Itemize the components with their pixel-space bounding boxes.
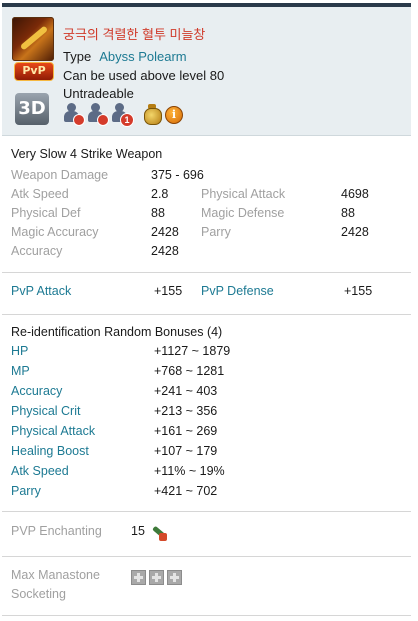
manastone-slot-icon[interactable] [131,570,146,585]
random-bonuses-title: Re-identification Random Bonuses (4) [11,325,223,339]
type-value: Abyss Polearm [99,49,187,64]
manastone-slot-icon[interactable] [149,570,164,585]
pvp-attack-value: +155 [154,284,183,298]
item-name: 궁극의 격렬한 혈투 미늘창 [63,27,206,42]
stat-physical-attack-label: Physical Attack [201,187,286,201]
type-label: Type [63,49,92,64]
restriction-count-icon: 1 [110,103,134,127]
3d-view-icon[interactable]: 3D [15,93,49,125]
money-bag-icon [142,103,162,125]
weapon-description: Very Slow 4 Strike Weapon [11,147,163,161]
enchant-stone-icon [150,524,168,542]
pvp-badge-icon: PvP [14,62,54,81]
item-header: PvP 3D 궁극의 격렬한 혈투 미늘창 Type Abyss Polearm … [2,7,411,136]
item-type-line: Type Abyss Polearm [63,49,187,64]
divider [2,511,411,512]
divider [2,556,411,557]
stat-magic-defense-label: Magic Defense [201,206,285,220]
pvp-defense-value: +155 [344,284,373,298]
stat-magic-defense-value: 88 [341,206,355,220]
pvp-attack-label: PvP Attack [11,284,72,298]
divider [2,272,411,273]
stat-parry-value: 2428 [341,225,369,239]
info-icon[interactable]: i [165,106,183,124]
divider [2,615,411,616]
manastone-label-line1: Max Manastone [11,568,100,582]
stat-parry-label: Parry [201,225,231,239]
stat-physical-attack-value: 4698 [341,187,369,201]
manastone-slot-icon[interactable] [167,570,182,585]
no-warehouse-icon [86,103,109,126]
pvp-enchanting-value: 15 [131,524,145,538]
pvp-defense-label: PvP Defense [201,284,274,298]
level-requirement: Can be used above level 80 [63,68,225,83]
polearm-item-icon [12,17,54,61]
pvp-enchanting-label: PVP Enchanting [11,524,102,538]
no-trade-icon [62,103,85,126]
divider [2,314,411,315]
trade-status: Untradeable [63,86,134,101]
manastone-label-line2: Socketing [11,587,66,601]
